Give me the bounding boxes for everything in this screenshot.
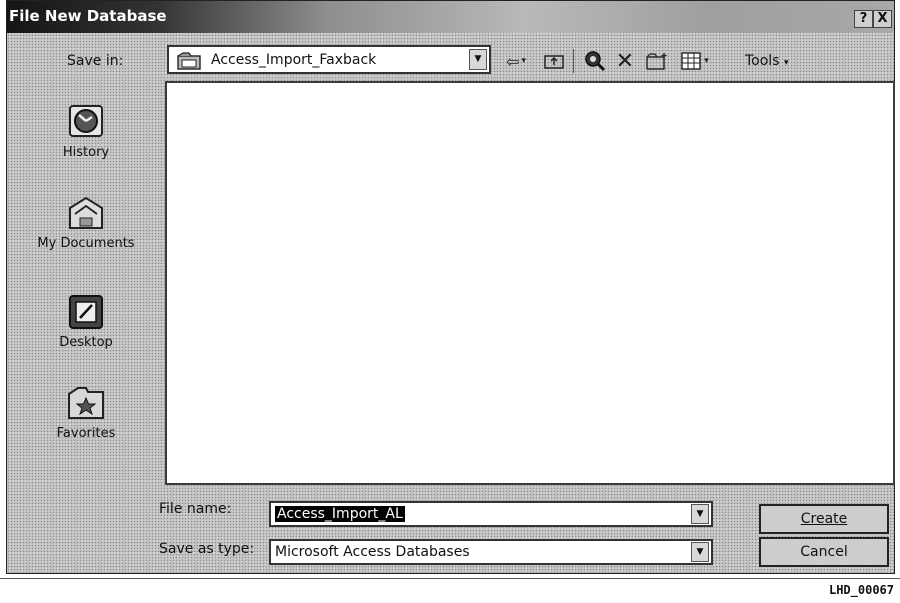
file-name-value: Access_Import_AL [275,506,405,522]
chevron-down-icon[interactable]: ▼ [691,542,709,562]
folder-icon [177,52,203,74]
toolbar-divider [573,49,574,73]
save-as-type-value: Microsoft Access Databases [275,544,470,560]
places-label-desktop: Desktop [59,335,113,350]
places-item-desktop[interactable]: Desktop [11,293,161,350]
delete-icon[interactable]: ✕ [611,49,639,74]
desktop-icon [66,293,106,331]
history-icon [66,103,106,141]
save-in-dropdown[interactable]: Access_Import_Faxback ▼ [167,45,491,74]
footer-rule [0,578,900,579]
close-button[interactable]: X [873,10,892,28]
save-as-type-dropdown[interactable]: Microsoft Access Databases ▼ [269,539,713,565]
file-new-database-dialog: File New Database ? X Save in: Access_Im… [6,0,895,574]
places-label-favorites: Favorites [56,426,116,441]
title-bar: File New Database ? X [7,1,894,33]
new-folder-icon[interactable] [643,50,671,72]
help-button[interactable]: ? [854,10,873,28]
chevron-down-icon[interactable]: ▼ [469,49,487,70]
places-label-my-documents: My Documents [37,236,135,251]
places-item-history[interactable]: History [11,103,161,160]
save-as-type-label: Save as type: [159,541,255,557]
file-name-label: File name: [159,501,232,517]
favorites-icon [66,384,106,422]
file-list-area[interactable] [165,81,895,485]
file-name-input[interactable]: Access_Import_AL ▼ [269,501,713,527]
bates-number: LHD_00067 [828,583,894,597]
create-button-label: Create [800,511,848,527]
tools-label: Tools [745,53,780,69]
tools-menu[interactable]: Tools ▾ [745,53,788,69]
save-in-label: Save in: [67,53,124,69]
cancel-button[interactable]: Cancel [759,537,889,567]
up-folder-icon[interactable] [541,50,567,72]
my-documents-icon [66,194,106,232]
chevron-down-icon[interactable]: ▼ [691,504,709,524]
views-icon[interactable]: ▾ [675,50,715,72]
dialog-title: File New Database [9,7,167,25]
back-icon[interactable]: ⇦ ▾ [497,50,535,72]
places-bar: History My Documents Desktop Favorites [11,81,161,559]
create-button[interactable]: Create [759,504,889,534]
cancel-button-label: Cancel [800,544,848,560]
places-item-favorites[interactable]: Favorites [11,384,161,441]
search-web-icon[interactable] [581,50,609,72]
save-in-value: Access_Import_Faxback [211,52,377,68]
places-label-history: History [62,145,110,160]
places-item-my-documents[interactable]: My Documents [11,194,161,251]
